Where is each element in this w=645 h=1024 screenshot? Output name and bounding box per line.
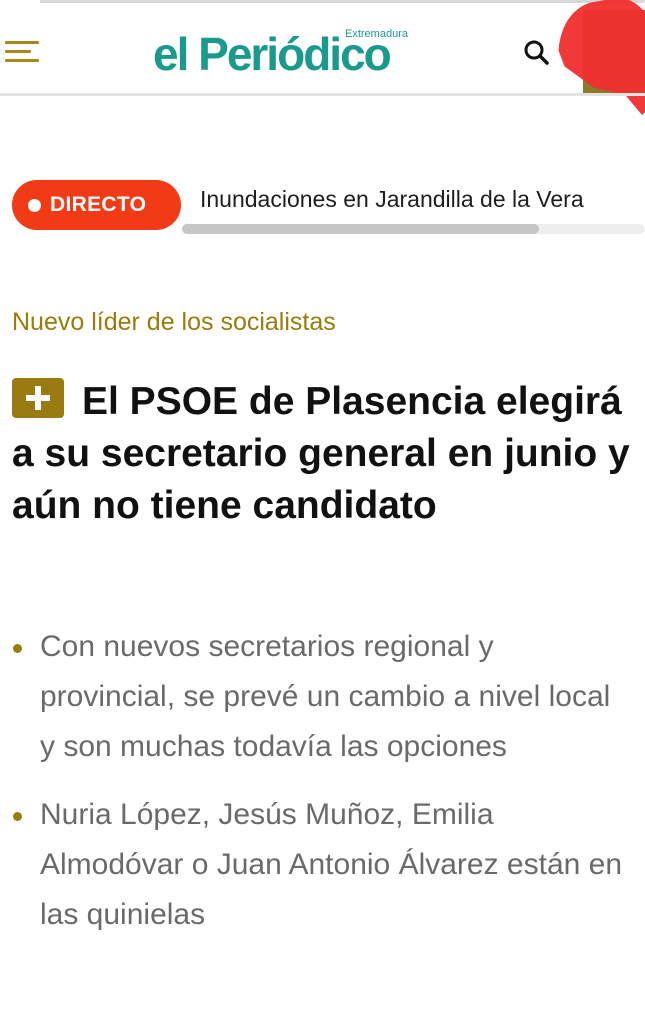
bullet-icon: [13, 812, 22, 821]
header-divider: [0, 93, 645, 96]
live-badge-label: DIRECTO: [50, 193, 147, 216]
hamburger-menu-icon[interactable]: [5, 37, 39, 67]
summary-item: Nuria López, Jesús Muñoz, Emilia Almodóv…: [0, 790, 645, 940]
summary-item: Con nuevos secretarios regional y provin…: [0, 622, 645, 772]
summary-text: Con nuevos secretarios regional y provin…: [40, 630, 611, 763]
article-kicker[interactable]: Nuevo líder de los socialistas: [12, 305, 336, 339]
summary-text: Nuria López, Jesús Muñoz, Emilia Almodóv…: [40, 798, 623, 931]
ticker-scrollbar[interactable]: [182, 224, 645, 234]
site-logo[interactable]: el Periódico Extremadura: [153, 23, 423, 83]
headline-text: El PSOE de Plasencia elegirá a su secret…: [12, 380, 630, 527]
article-headline[interactable]: El PSOE de Plasencia elegirá a su secret…: [12, 376, 642, 532]
plus-icon: [12, 378, 64, 418]
bullet-icon: [13, 644, 22, 653]
ticker-scrollbar-thumb[interactable]: [182, 224, 539, 234]
live-ticker-text[interactable]: Inundaciones en Jarandilla de la Vera: [200, 184, 645, 214]
site-header: el Periódico Extremadura: [0, 3, 645, 93]
live-badge[interactable]: DIRECTO: [12, 180, 181, 230]
search-icon[interactable]: [521, 37, 553, 69]
article-summary: Con nuevos secretarios regional y provin…: [0, 622, 645, 958]
logo-edition: Extremadura: [345, 28, 408, 40]
live-dot-icon: [28, 199, 41, 212]
